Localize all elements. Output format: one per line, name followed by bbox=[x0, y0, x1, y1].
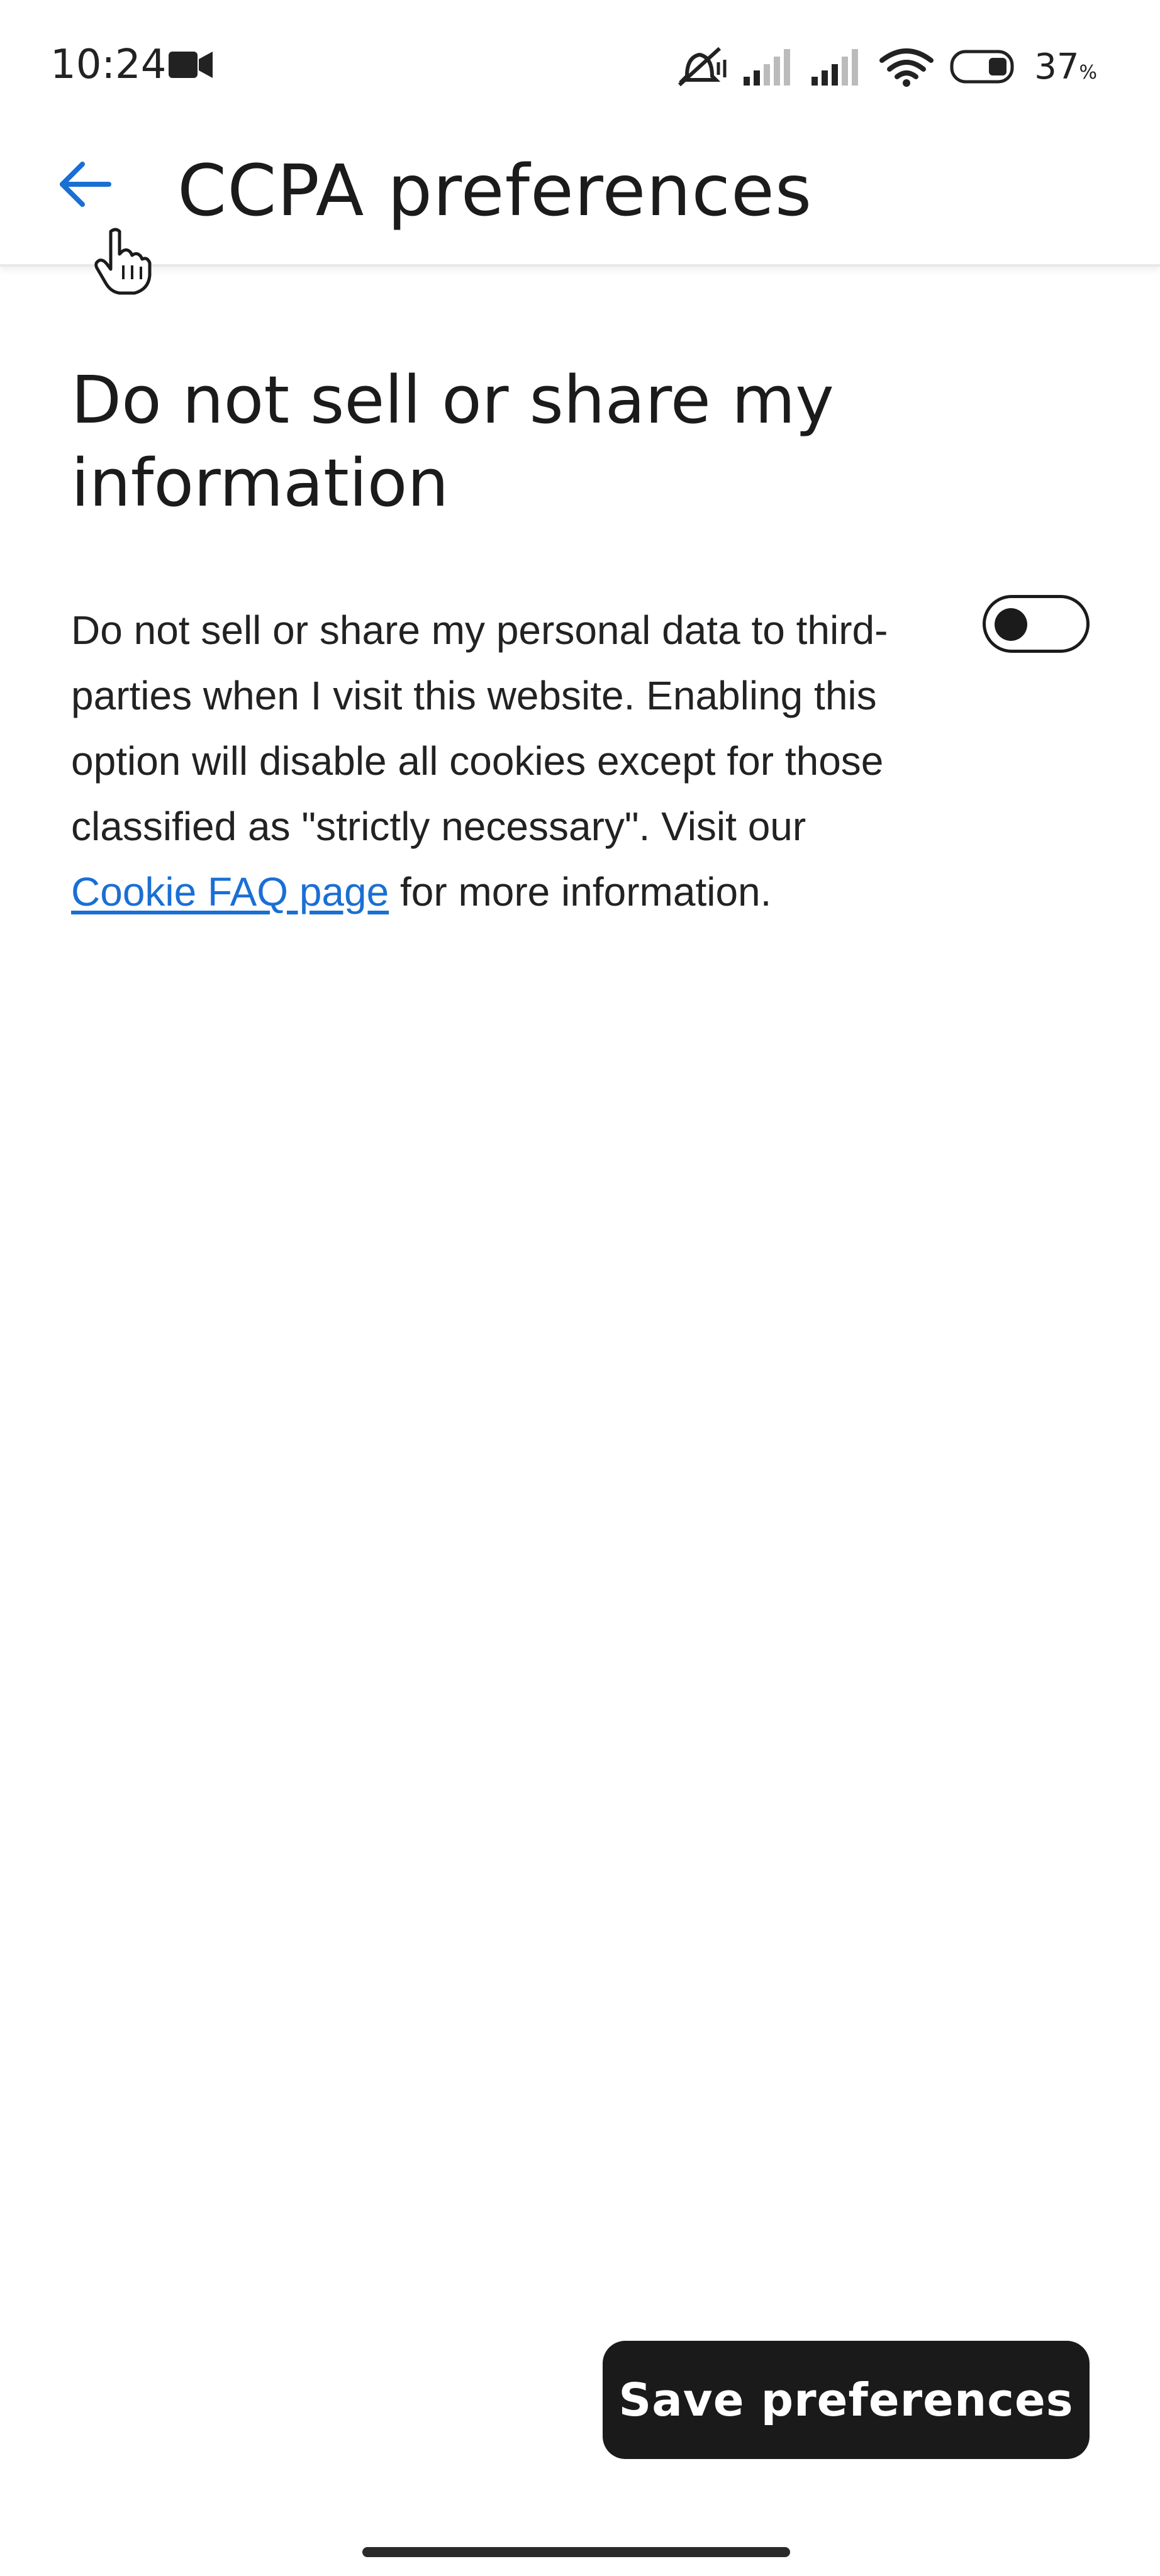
status-time: 10:24 bbox=[50, 42, 167, 88]
signal-2-icon bbox=[811, 48, 863, 86]
app-bar: CCPA preferences bbox=[0, 132, 1160, 267]
status-bar: 10:24 37% bbox=[0, 0, 1160, 132]
toggle-knob bbox=[995, 608, 1027, 641]
do-not-sell-toggle[interactable] bbox=[983, 595, 1090, 653]
cookie-faq-link[interactable]: Cookie FAQ page bbox=[71, 869, 389, 914]
save-preferences-button[interactable]: Save preferences bbox=[603, 2341, 1090, 2459]
wifi-icon bbox=[879, 47, 934, 87]
signal-1-icon bbox=[744, 48, 795, 86]
video-camera-icon bbox=[169, 50, 214, 79]
page-title: CCPA preferences bbox=[177, 150, 813, 232]
back-button[interactable] bbox=[50, 151, 120, 220]
status-icons: 37% bbox=[673, 42, 1097, 92]
battery-icon bbox=[950, 50, 1018, 84]
battery-percent-value: 37 bbox=[1034, 46, 1079, 87]
battery-percent: 37% bbox=[1034, 47, 1097, 87]
mute-vibrate-icon bbox=[673, 45, 727, 89]
home-indicator[interactable] bbox=[362, 2547, 790, 2557]
description-text: Do not sell or share my personal data to… bbox=[71, 608, 888, 849]
arrow-left-icon bbox=[59, 160, 111, 211]
battery-percent-symbol: % bbox=[1079, 61, 1097, 84]
section-heading: Do not sell or share my information bbox=[71, 362, 834, 521]
hand-cursor-icon bbox=[92, 226, 152, 296]
section-description: Do not sell or share my personal data to… bbox=[71, 597, 901, 924]
description-text-end: for more information. bbox=[389, 869, 772, 914]
